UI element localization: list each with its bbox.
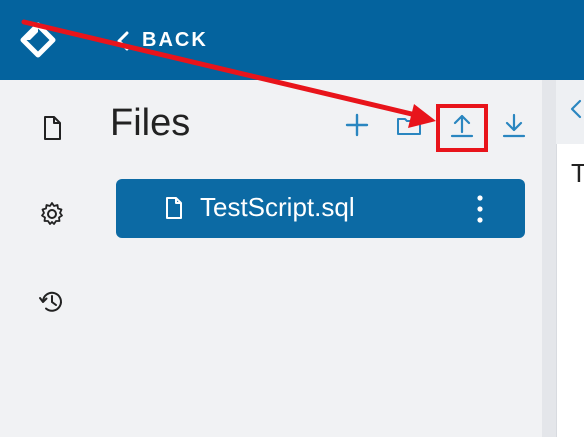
- plus-icon[interactable]: [343, 111, 371, 139]
- more-options-icon[interactable]: [471, 192, 489, 226]
- top-bar: BACK: [0, 0, 584, 80]
- file-icon[interactable]: [38, 114, 66, 142]
- editor-header: [556, 80, 584, 144]
- annotation-highlight-box: [436, 104, 488, 152]
- gear-icon[interactable]: [38, 200, 66, 228]
- panel-divider[interactable]: [542, 80, 556, 437]
- back-button[interactable]: BACK: [114, 29, 208, 52]
- new-folder-icon[interactable]: [395, 111, 423, 139]
- panel-title: Files: [110, 102, 191, 144]
- chevron-icon[interactable]: [568, 98, 584, 120]
- download-icon[interactable]: [500, 111, 528, 139]
- editor-text: T: [571, 158, 584, 188]
- chevron-left-icon: [117, 31, 129, 50]
- back-label: BACK: [142, 29, 208, 51]
- file-name: TestScript.sql: [200, 192, 355, 222]
- file-list-item[interactable]: TestScript.sql: [116, 179, 525, 238]
- left-rail: [0, 80, 104, 437]
- file-icon: [166, 197, 182, 219]
- app-logo-icon[interactable]: [20, 22, 56, 58]
- editor-pane[interactable]: T: [556, 144, 584, 437]
- history-icon[interactable]: [38, 288, 66, 316]
